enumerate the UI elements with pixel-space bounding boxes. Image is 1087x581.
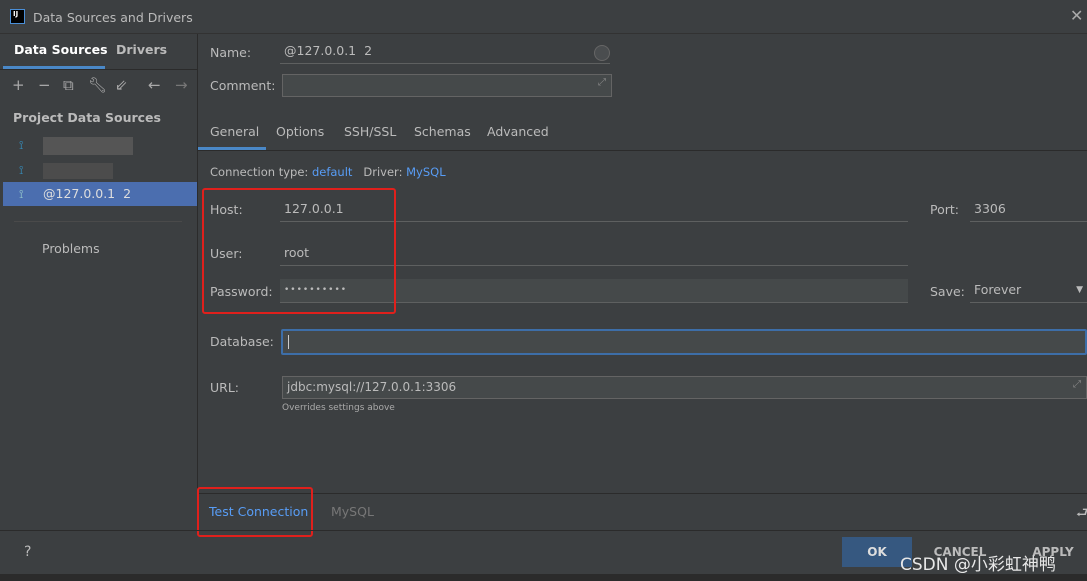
mysql-icon: ⟟ (19, 163, 24, 177)
remove-icon[interactable]: − (38, 76, 51, 94)
expand-icon[interactable]: ⤢ (1073, 379, 1081, 390)
driver-label: Driver: (363, 165, 403, 179)
divider (198, 493, 1087, 494)
url-label: URL: (210, 380, 240, 395)
port-input[interactable]: 3306 (970, 198, 1087, 222)
database-input[interactable] (281, 329, 1087, 355)
sidebar (0, 34, 198, 531)
conn-type-label: Connection type: (210, 165, 309, 179)
list-item[interactable]: ⟟ (3, 133, 197, 157)
add-icon[interactable]: + (12, 76, 25, 94)
divider (198, 150, 1087, 151)
watermark: CSDN @小彩虹神鸭 (900, 555, 1056, 575)
url-value: jdbc:mysql://127.0.0.1:3306 (287, 380, 457, 394)
connection-row: Connection type: default Driver: MySQL (210, 165, 446, 179)
help-button[interactable]: ? (24, 544, 31, 560)
import-icon[interactable]: ⇙ (115, 76, 128, 94)
color-picker[interactable] (594, 45, 610, 61)
highlight-box (202, 188, 396, 314)
url-input[interactable]: jdbc:mysql://127.0.0.1:3306 ⤢ (282, 376, 1087, 399)
list-item[interactable]: ⟟ (3, 158, 197, 182)
section-title: Project Data Sources (13, 110, 161, 125)
forward-icon[interactable]: → (175, 76, 188, 94)
save-select[interactable]: Forever ▼ (970, 279, 1087, 303)
item-label: @127.0.0.1 2 (43, 186, 132, 201)
comment-label: Comment: (210, 78, 276, 93)
save-value: Forever (974, 282, 1022, 297)
window-title: Data Sources and Drivers (33, 10, 193, 25)
chevron-down-icon: ▼ (1076, 285, 1083, 295)
conn-type-link[interactable]: default (312, 165, 352, 179)
save-label: Save: (930, 284, 965, 299)
blurred-name (43, 136, 133, 155)
list-item-selected[interactable]: ⟟ @127.0.0.1 2 (3, 182, 197, 206)
back-icon[interactable]: ← (148, 76, 161, 94)
tab-general[interactable]: General (210, 124, 259, 139)
copy-icon[interactable]: ⧉ (63, 76, 74, 94)
port-label: Port: (930, 202, 959, 217)
tab-data-sources[interactable]: Data Sources (14, 42, 108, 57)
expand-icon[interactable]: ⤢ (598, 77, 606, 88)
tab-options[interactable]: Options (276, 124, 324, 139)
blurred-name (43, 162, 113, 179)
text-cursor (288, 335, 289, 349)
problems-item[interactable]: Problems (42, 241, 100, 256)
name-label: Name: (210, 45, 252, 60)
divider (0, 530, 1087, 531)
mysql-icon: ⟟ (19, 138, 24, 152)
wrench-icon[interactable]: 🔧︎ (88, 76, 107, 94)
divider (14, 221, 182, 222)
mysql-icon: ⟟ (19, 187, 24, 201)
tab-advanced[interactable]: Advanced (487, 124, 549, 139)
tab-ssh[interactable]: SSH/SSL (344, 124, 396, 139)
revert-icon[interactable]: ⮐ (1076, 502, 1087, 526)
close-icon[interactable]: ✕ (1070, 6, 1083, 25)
tab-drivers[interactable]: Drivers (116, 42, 167, 57)
name-input[interactable]: @127.0.0.1 2 (280, 40, 610, 64)
comment-input[interactable]: ⤢ (282, 74, 612, 97)
driver-label-bottom: MySQL (331, 504, 374, 519)
database-label: Database: (210, 334, 274, 349)
app-logo: IJ (10, 9, 25, 24)
bottom-edge (0, 574, 1087, 581)
divider (0, 69, 198, 70)
driver-link[interactable]: MySQL (406, 165, 446, 179)
url-hint: Overrides settings above (282, 403, 395, 413)
tab-schemas[interactable]: Schemas (414, 124, 471, 139)
